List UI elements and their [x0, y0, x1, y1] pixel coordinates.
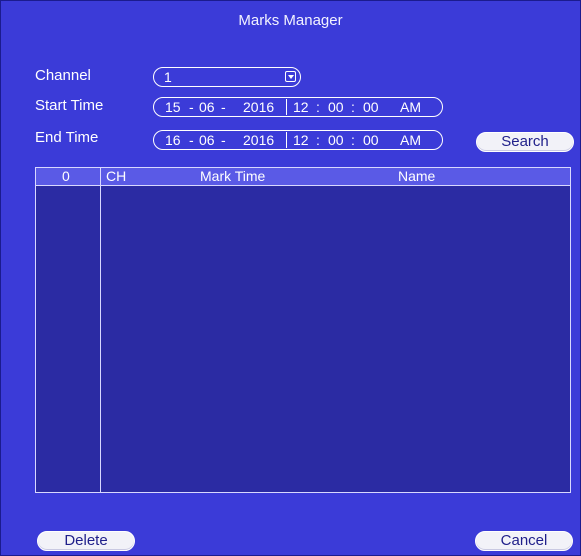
cancel-button[interactable]: Cancel	[475, 531, 573, 551]
channel-label: Channel	[35, 67, 91, 84]
field-divider	[286, 99, 287, 115]
column-header-mark-time[interactable]: Mark Time	[200, 168, 265, 186]
start-ampm[interactable]: AM	[400, 98, 421, 116]
start-second[interactable]: 00	[363, 98, 379, 116]
field-divider	[286, 132, 287, 148]
end-year[interactable]: 2016	[243, 131, 274, 149]
start-day[interactable]: 15	[165, 98, 181, 116]
end-time-label: End Time	[35, 129, 99, 146]
chevron-down-icon	[285, 71, 296, 82]
marks-manager-dialog: Marks Manager Channel 1 Start Time 15 - …	[0, 0, 581, 556]
end-time-field[interactable]: 16 - 06 - 2016 12 : 00 : 00 AM	[153, 130, 443, 150]
table-header: 0 CH Mark Time Name	[36, 168, 570, 186]
start-hour[interactable]: 12	[293, 98, 309, 116]
start-time-label: Start Time	[35, 97, 104, 114]
date-separator: -	[221, 132, 226, 148]
date-separator: -	[221, 99, 226, 115]
date-separator: -	[189, 99, 194, 115]
end-minute[interactable]: 00	[328, 131, 344, 149]
start-month[interactable]: 06	[199, 98, 215, 116]
column-header-index[interactable]: 0	[62, 168, 70, 186]
column-divider	[100, 168, 101, 492]
column-header-name[interactable]: Name	[398, 168, 435, 186]
end-day[interactable]: 16	[165, 131, 181, 149]
start-year[interactable]: 2016	[243, 98, 274, 116]
channel-select-value: 1	[164, 69, 172, 85]
marks-table[interactable]: 0 CH Mark Time Name	[35, 167, 571, 493]
search-button[interactable]: Search	[476, 132, 574, 152]
end-second[interactable]: 00	[363, 131, 379, 149]
delete-button[interactable]: Delete	[37, 531, 135, 551]
end-ampm[interactable]: AM	[400, 131, 421, 149]
time-separator: :	[351, 99, 355, 115]
dialog-title: Marks Manager	[238, 12, 343, 29]
end-month[interactable]: 06	[199, 131, 215, 149]
time-separator: :	[316, 132, 320, 148]
end-hour[interactable]: 12	[293, 131, 309, 149]
start-time-field[interactable]: 15 - 06 - 2016 12 : 00 : 00 AM	[153, 97, 443, 117]
time-separator: :	[351, 132, 355, 148]
column-header-channel[interactable]: CH	[106, 168, 126, 186]
time-separator: :	[316, 99, 320, 115]
date-separator: -	[189, 132, 194, 148]
start-minute[interactable]: 00	[328, 98, 344, 116]
channel-select[interactable]: 1	[153, 67, 301, 87]
